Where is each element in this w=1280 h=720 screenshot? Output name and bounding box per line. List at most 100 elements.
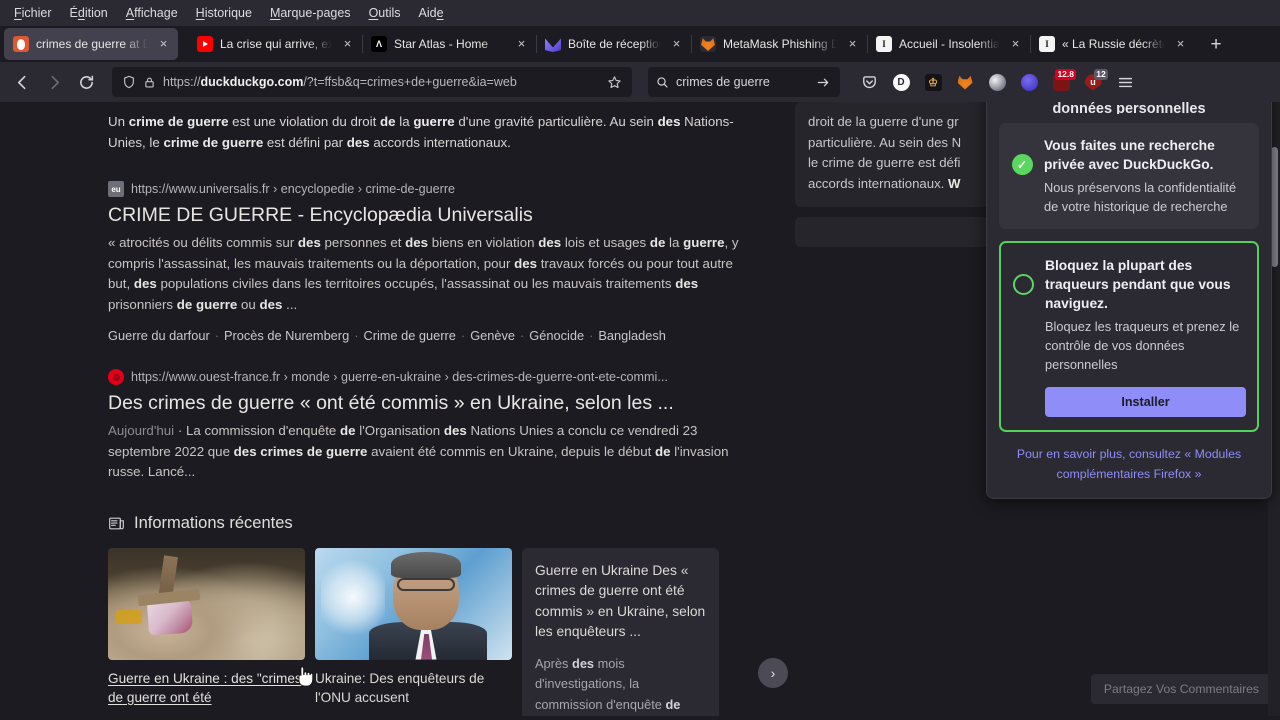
tab-close-icon[interactable]: × — [844, 36, 861, 53]
result-title-link[interactable]: Des crimes de guerre « ont été commis » … — [108, 390, 748, 416]
result-url-line[interactable]: https://www.ouest-france.fr › monde › gu… — [108, 369, 748, 385]
reload-button[interactable] — [71, 67, 101, 97]
ring-circle-glyph — [1012, 274, 1034, 295]
search-bar[interactable]: crimes de guerre — [648, 67, 840, 97]
url-bar[interactable]: https://duckduckgo.com/?t=ffsb&q=crimes+… — [112, 67, 632, 97]
thumb-detail — [391, 551, 461, 578]
phantom-glyph — [1020, 73, 1038, 91]
tab-5[interactable]: I Accueil - Insolentiae × — [867, 28, 1031, 60]
duckduckgo-privacy-icon[interactable]: D — [886, 67, 916, 97]
tab-0[interactable]: crimes de guerre at D × — [4, 28, 178, 60]
carousel-next-button[interactable]: › — [758, 657, 788, 688]
tab-title: MetaMask Phishing D — [723, 37, 837, 51]
ublock-origin-icon[interactable]: 12.8 — [1046, 67, 1076, 97]
duckduckgo-icon — [13, 36, 29, 52]
ouestfrance-favicon — [108, 369, 124, 385]
doorhanger-row-desc: Bloquez les traqueurs et prenez le contr… — [1045, 319, 1240, 372]
shield-icon[interactable] — [122, 75, 136, 89]
phantom-icon[interactable] — [1014, 67, 1044, 97]
pocket-icon[interactable] — [854, 67, 884, 97]
insolentiae-icon: I — [1039, 36, 1055, 52]
un-investigator-photo[interactable] — [315, 547, 512, 660]
shield-badge: 12 — [1094, 69, 1108, 80]
sitelink[interactable]: Guerre du darfour — [108, 328, 210, 343]
news-card-1[interactable]: Ukraine: Des enquêteurs de l'ONU accusen… — [315, 547, 512, 717]
tab-close-icon[interactable]: × — [1172, 36, 1189, 53]
tab-4[interactable]: MetaMask Phishing D × — [691, 28, 868, 60]
news-card-title[interactable]: Guerre en Ukraine Des « crimes de guerre… — [535, 561, 706, 643]
search-input[interactable]: crimes de guerre — [676, 75, 805, 89]
ring-icon — [1012, 274, 1034, 295]
forward-button[interactable] — [39, 67, 69, 97]
desc-run: de — [340, 423, 356, 438]
desc-run: l'Organisation — [355, 423, 444, 438]
tab-title: Boîte de réception | — [568, 37, 661, 51]
sitelink[interactable]: Bangladesh — [598, 328, 666, 343]
app-menu-button[interactable] — [1110, 67, 1140, 97]
menu-aide[interactable]: Aide — [411, 3, 452, 23]
lock-icon[interactable] — [143, 76, 156, 89]
metamask-icon[interactable] — [950, 67, 980, 97]
keplr-icon[interactable] — [982, 67, 1012, 97]
ublock-shield-icon[interactable]: u 12 — [1078, 67, 1108, 97]
tab-close-icon[interactable]: × — [339, 36, 356, 53]
check-icon: ✓ — [1011, 154, 1033, 175]
navigation-toolbar: https://duckduckgo.com/?t=ffsb&q=crimes+… — [0, 62, 1280, 102]
bookmark-star-icon[interactable] — [602, 70, 626, 94]
tab-6[interactable]: I « La Russie décrète l × — [1030, 28, 1195, 60]
sitelink-separator: · — [354, 328, 359, 343]
result-url[interactable]: https://www.universalis.fr › encyclopedi… — [131, 182, 455, 196]
url-text[interactable]: https://duckduckgo.com/?t=ffsb&q=crimes+… — [163, 75, 595, 89]
result-title-link[interactable]: CRIME DE GUERRE - Encyclopædia Universal… — [108, 202, 748, 228]
ddg-privacy-doorhanger: données personnelles ✓ Vous faites une r… — [986, 102, 1272, 499]
menu-fichier[interactable]: FFichierichier — [6, 3, 60, 23]
back-button[interactable] — [7, 67, 37, 97]
news-card-2[interactable]: Guerre en Ukraine Des « crimes de guerre… — [522, 547, 719, 716]
result-sitelinks: Guerre du darfour · Procès de Nuremberg · Cr… — [108, 328, 748, 343]
insolentiae-icon: I — [876, 36, 892, 52]
new-tab-button[interactable]: + — [1201, 30, 1231, 60]
tab-close-icon[interactable]: × — [513, 36, 530, 53]
tab-title: « La Russie décrète l — [1062, 37, 1165, 51]
tab-2[interactable]: Λ Star Atlas - Home × — [362, 28, 537, 60]
news-icon — [108, 515, 125, 532]
news-card-0[interactable]: Guerre en Ukraine : des "crimes de guerr… — [108, 547, 305, 717]
menu-affichage[interactable]: Affichage — [118, 3, 186, 23]
thumb-detail — [397, 577, 455, 591]
thumb-detail — [116, 609, 142, 624]
news-card-title[interactable]: Guerre en Ukraine : des "crimes de guerr… — [108, 669, 305, 707]
feedback-button[interactable]: Partagez Vos Commentaires — [1090, 674, 1272, 704]
menu-historique[interactable]: Historique — [188, 3, 260, 23]
tab-close-icon[interactable]: × — [1007, 36, 1024, 53]
sitelink[interactable]: Génocide — [529, 328, 584, 343]
doorhanger-row-body: Bloquez la plupart des traqueurs pendant… — [1045, 256, 1246, 417]
doorhanger-row-title: Vous faites une recherche privée avec Du… — [1044, 138, 1215, 172]
menu-edition[interactable]: Édition — [62, 3, 116, 23]
search-result-1: https://www.ouest-france.fr › monde › gu… — [108, 369, 748, 483]
war-grave-photo[interactable] — [108, 547, 305, 660]
search-submit-icon[interactable] — [812, 71, 834, 93]
scrollbar-thumb[interactable] — [1271, 147, 1278, 267]
wallet-icon[interactable]: ♔ — [918, 67, 948, 97]
desc-run: des — [572, 655, 595, 671]
doorhanger-footer-link[interactable]: Pour en savoir plus, consultez « Modules… — [999, 444, 1259, 484]
sitelink-separator: · — [214, 328, 219, 343]
menu-marque-pages[interactable]: Marque-pages — [262, 3, 359, 23]
doorhanger-row-title: Bloquez la plupart des traqueurs pendant… — [1045, 258, 1231, 311]
snippet-run: des — [346, 135, 370, 150]
doorhanger-row-body: Vous faites une recherche privée avec Du… — [1044, 136, 1247, 216]
tab-close-icon[interactable]: × — [668, 36, 685, 53]
sitelink[interactable]: Procès de Nuremberg — [224, 328, 349, 343]
tab-close-icon[interactable]: × — [155, 36, 172, 53]
sitelink[interactable]: Genève — [470, 328, 515, 343]
doorhanger-row-desc: Nous préservons la confidentialité de vo… — [1044, 180, 1237, 214]
result-url[interactable]: https://www.ouest-france.fr › monde › gu… — [131, 370, 668, 384]
menu-outils[interactable]: Outils — [361, 3, 409, 23]
tab-1[interactable]: La crise qui arrive, ex × — [188, 28, 363, 60]
search-results-column: Un crime de guerre est une violation du … — [108, 102, 788, 717]
sitelink[interactable]: Crime de guerre — [363, 328, 455, 343]
news-card-title[interactable]: Ukraine: Des enquêteurs de l'ONU accusen… — [315, 669, 512, 707]
result-url-line[interactable]: eu https://www.universalis.fr › encyclop… — [108, 181, 748, 197]
install-button[interactable]: Installer — [1045, 387, 1246, 417]
tab-3[interactable]: Boîte de réception | × — [536, 28, 692, 60]
